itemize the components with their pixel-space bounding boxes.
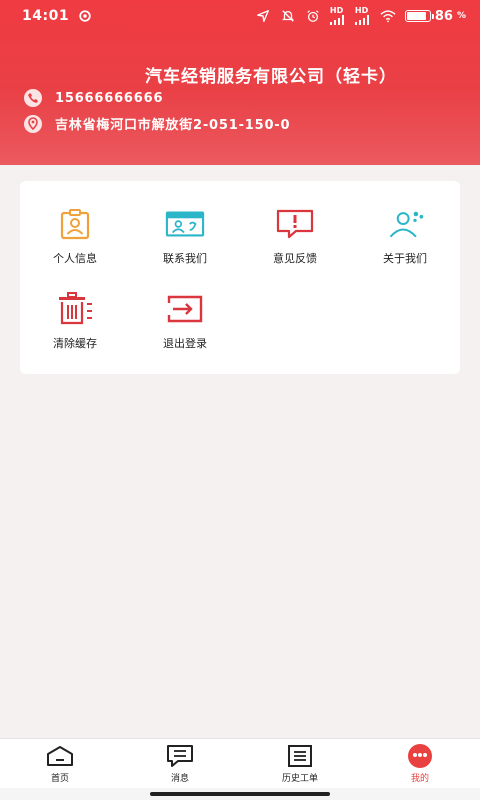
battery-icon: 86% xyxy=(404,8,466,24)
phone-row[interactable]: 15666666666 xyxy=(24,89,163,107)
menu-item-clear-cache[interactable]: 清除缓存 xyxy=(20,292,130,351)
address-row: 吉林省梅河口市解放街2-051-150-0 xyxy=(24,114,290,133)
tab-home[interactable]: 首页 xyxy=(0,739,120,788)
phone-number: 15666666666 xyxy=(55,90,164,106)
menu-item-contact-us[interactable]: 联系我们 xyxy=(130,207,240,266)
trash-icon xyxy=(55,292,95,326)
menu-item-label: 关于我们 xyxy=(383,252,427,265)
signal-label: HD xyxy=(329,6,344,15)
menu-card: 个人信息 联系我们 意见反馈 关于我们 清除缓存 退出登录 xyxy=(20,181,460,374)
profile-icon xyxy=(405,743,435,769)
menu-item-label: 个人信息 xyxy=(53,252,97,265)
menu-item-label: 意见反馈 xyxy=(273,252,317,265)
tab-mine[interactable]: 我的 xyxy=(360,739,480,788)
history-order-icon xyxy=(285,743,315,769)
feedback-message-icon xyxy=(275,207,315,241)
menu-item-feedback[interactable]: 意见反馈 xyxy=(240,207,350,266)
phone-icon xyxy=(24,89,42,107)
alarm-icon xyxy=(307,10,319,22)
tab-label: 消息 xyxy=(170,774,189,784)
home-gesture-handle[interactable] xyxy=(150,792,330,796)
group-users-icon xyxy=(385,207,425,241)
tab-label: 历史工单 xyxy=(281,774,318,784)
battery-percent: 86 xyxy=(434,8,453,24)
tab-history-orders[interactable]: 历史工单 xyxy=(240,739,360,788)
menu-item-logout[interactable]: 退出登录 xyxy=(130,292,240,351)
contact-card-icon xyxy=(165,207,205,241)
battery-unit: % xyxy=(456,11,466,21)
system-navigation-bar xyxy=(0,788,480,800)
person-badge-icon xyxy=(55,207,95,241)
bottom-tab-bar: 首页 消息 历史工单 我的 xyxy=(0,738,480,788)
location-arrow-icon xyxy=(256,10,269,22)
profile-header: 14:01 HD HD 86 % 汽车经销服务有限公司（轻卡） 15666666… xyxy=(0,0,480,165)
home-icon xyxy=(45,743,75,769)
location-pin-icon xyxy=(24,114,42,133)
tab-messages[interactable]: 消息 xyxy=(120,739,240,788)
signal-icon: HD xyxy=(329,6,346,25)
wifi-icon xyxy=(380,10,396,23)
menu-item-about-us[interactable]: 关于我们 xyxy=(350,207,460,266)
menu-item-label: 清除缓存 xyxy=(53,337,97,350)
status-bar: 14:01 HD HD 86 % xyxy=(0,0,480,32)
tab-label: 首页 xyxy=(50,774,69,784)
menu-item-label: 退出登录 xyxy=(163,337,207,350)
status-time: 14:01 xyxy=(22,8,70,24)
sync-icon xyxy=(79,10,91,22)
message-icon xyxy=(165,743,195,769)
signal-icon: HD xyxy=(354,6,371,25)
address-text: 吉林省梅河口市解放街2-051-150-0 xyxy=(55,118,291,133)
menu-item-personal-info[interactable]: 个人信息 xyxy=(20,207,130,266)
menu-item-label: 联系我们 xyxy=(163,252,207,265)
signal-label: HD xyxy=(354,6,369,15)
logout-icon xyxy=(165,292,205,326)
tab-label: 我的 xyxy=(410,774,429,784)
company-name: 汽车经销服务有限公司（轻卡） xyxy=(145,67,397,87)
mute-bell-icon xyxy=(281,10,294,22)
